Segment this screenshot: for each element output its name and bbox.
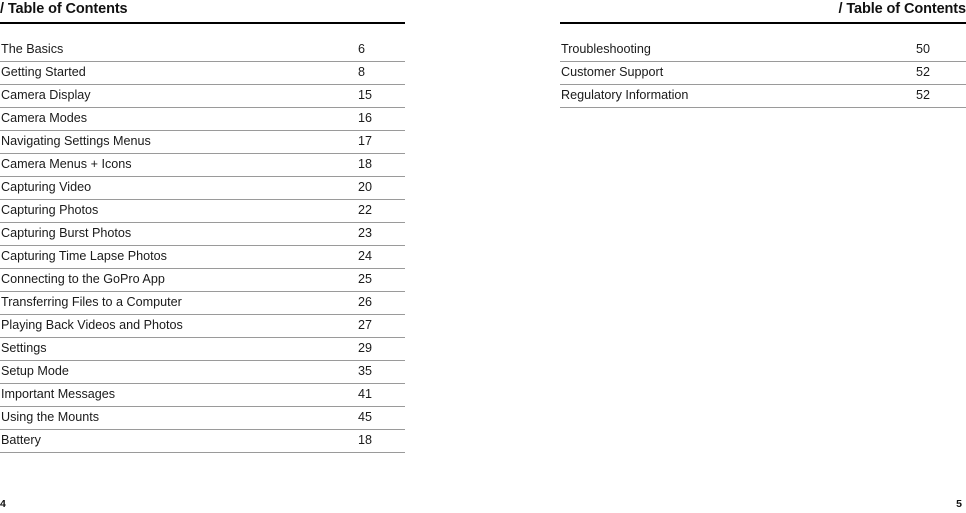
toc-entry-page-number[interactable]: 15	[358, 84, 405, 109]
toc-entry-page-number[interactable]: 50	[916, 39, 966, 63]
toc-entry-row[interactable]: Settings 29	[0, 337, 405, 362]
toc-entry-page-number[interactable]: 29	[358, 337, 405, 362]
toc-entry-page-number[interactable]: 35	[358, 360, 405, 385]
toc-entry-row[interactable]: Connecting to the GoPro App 25	[0, 268, 405, 293]
toc-entry-title[interactable]: Playing Back Videos and Photos	[0, 314, 358, 339]
toc-body-left: The Basics 6 Getting Started 8 Camera Displa…	[0, 39, 405, 454]
toc-entry-title[interactable]: Navigating Settings Menus	[0, 130, 358, 155]
toc-entry-page-number[interactable]: 52	[916, 84, 966, 109]
toc-entry-row[interactable]: Battery 18	[0, 429, 405, 454]
toc-entry-row[interactable]: Setup Mode 35	[0, 360, 405, 385]
running-head-left: / Table of Contents	[0, 1, 128, 17]
toc-entry-page-number[interactable]: 25	[358, 268, 405, 293]
toc-entry-row[interactable]: Using the Mounts 45	[0, 406, 405, 431]
toc-entry-title[interactable]: Capturing Video	[0, 176, 358, 201]
toc-entry-title[interactable]: Settings	[0, 337, 358, 362]
toc-entry-row[interactable]: Troubleshooting 50	[560, 39, 966, 63]
toc-entry-row[interactable]: The Basics 6	[0, 39, 405, 63]
toc-entry-title[interactable]: Regulatory Information	[560, 84, 916, 109]
toc-entry-row[interactable]: Camera Modes 16	[0, 107, 405, 132]
folio-left: 4	[0, 498, 6, 510]
toc-entry-row[interactable]: Regulatory Information 52	[560, 84, 966, 109]
toc-entry-row[interactable]: Capturing Photos 22	[0, 199, 405, 224]
page-right: / Table of Contents Troubleshooting 50 Cus…	[546, 0, 966, 513]
toc-entry-page-number[interactable]: 27	[358, 314, 405, 339]
toc-entry-title[interactable]: Capturing Time Lapse Photos	[0, 245, 358, 270]
toc-entry-title[interactable]: Using the Mounts	[0, 406, 358, 431]
toc-entry-page-number[interactable]: 45	[358, 406, 405, 431]
toc-entry-title[interactable]: Connecting to the GoPro App	[0, 268, 358, 293]
toc-entry-title[interactable]: Capturing Burst Photos	[0, 222, 358, 247]
toc-entry-row[interactable]: Transferring Files to a Computer 26	[0, 291, 405, 316]
toc-entry-title[interactable]: Transferring Files to a Computer	[0, 291, 358, 316]
book-spread: / Table of Contents The Basics 6 Getting S…	[0, 0, 966, 513]
toc-entry-title[interactable]: Camera Modes	[0, 107, 358, 132]
toc-entry-page-number[interactable]: 18	[358, 429, 405, 454]
toc-entry-row[interactable]: Navigating Settings Menus 17	[0, 130, 405, 155]
toc-entry-row[interactable]: Camera Menus + Icons 18	[0, 153, 405, 178]
toc-entry-title[interactable]: Capturing Photos	[0, 199, 358, 224]
toc-entry-page-number[interactable]: 23	[358, 222, 405, 247]
toc-entry-title[interactable]: Battery	[0, 429, 358, 454]
toc-entry-page-number[interactable]: 20	[358, 176, 405, 201]
toc-table-left: The Basics 6 Getting Started 8 Camera Displa…	[0, 39, 405, 454]
toc-entry-row[interactable]: Capturing Video 20	[0, 176, 405, 201]
toc-entry-page-number[interactable]: 17	[358, 130, 405, 155]
toc-entry-page-number[interactable]: 6	[358, 39, 405, 63]
toc-entry-title[interactable]: Camera Menus + Icons	[0, 153, 358, 178]
toc-entry-page-number[interactable]: 24	[358, 245, 405, 270]
toc-entry-page-number[interactable]: 18	[358, 153, 405, 178]
header-rule-left	[0, 22, 405, 24]
toc-entry-title[interactable]: Getting Started	[0, 61, 358, 86]
toc-entry-page-number[interactable]: 26	[358, 291, 405, 316]
toc-entry-page-number[interactable]: 41	[358, 383, 405, 408]
toc-entry-row[interactable]: Capturing Time Lapse Photos 24	[0, 245, 405, 270]
toc-entry-row[interactable]: Capturing Burst Photos 23	[0, 222, 405, 247]
toc-entry-title[interactable]: Camera Display	[0, 84, 358, 109]
toc-entry-row[interactable]: Getting Started 8	[0, 61, 405, 86]
toc-entry-page-number[interactable]: 8	[358, 61, 405, 86]
toc-entry-page-number[interactable]: 16	[358, 107, 405, 132]
header-rule-right	[560, 22, 966, 24]
toc-entry-title[interactable]: Troubleshooting	[560, 39, 916, 63]
toc-entry-title[interactable]: Customer Support	[560, 61, 916, 86]
toc-entry-row[interactable]: Important Messages 41	[0, 383, 405, 408]
running-head-right: / Table of Contents	[838, 1, 966, 17]
toc-entry-row[interactable]: Camera Display 15	[0, 84, 405, 109]
folio-right: 5	[956, 498, 962, 510]
toc-entry-title[interactable]: Setup Mode	[0, 360, 358, 385]
toc-entry-title[interactable]: Important Messages	[0, 383, 358, 408]
toc-entry-page-number[interactable]: 22	[358, 199, 405, 224]
toc-body-right: Troubleshooting 50 Customer Support 52 Regul…	[560, 39, 966, 109]
toc-entry-title[interactable]: The Basics	[0, 39, 358, 63]
toc-entry-row[interactable]: Customer Support 52	[560, 61, 966, 86]
page-left: / Table of Contents The Basics 6 Getting S…	[0, 0, 420, 513]
toc-table-right: Troubleshooting 50 Customer Support 52 Regul…	[560, 39, 966, 109]
toc-entry-page-number[interactable]: 52	[916, 61, 966, 86]
toc-entry-row[interactable]: Playing Back Videos and Photos 27	[0, 314, 405, 339]
